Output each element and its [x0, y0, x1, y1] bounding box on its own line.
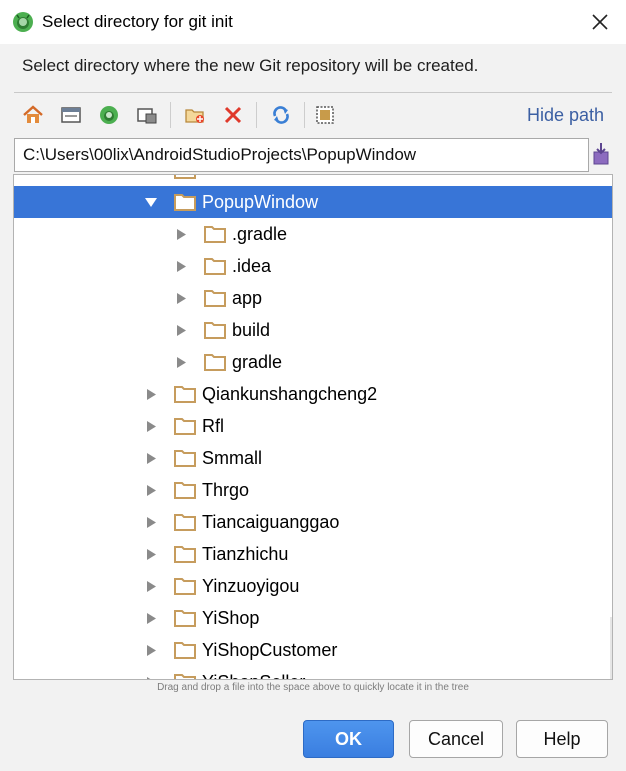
tree-item[interactable]: Thrgo [14, 474, 612, 506]
folder-icon [204, 290, 226, 307]
tree-item[interactable]: Rfl [14, 410, 612, 442]
tree-item[interactable]: .gradle [14, 218, 612, 250]
collapsed-arrow-icon[interactable] [174, 324, 188, 337]
tree-item-label: YiShopSeller [202, 670, 305, 679]
title-bar: Select directory for git init [0, 0, 626, 44]
dialog-description: Select directory where the new Git repos… [22, 56, 479, 75]
project-icon[interactable] [96, 102, 122, 128]
tree-item-label: YiShopCustomer [202, 640, 338, 660]
show-hidden-icon[interactable] [312, 102, 338, 128]
collapsed-arrow-icon[interactable] [144, 420, 158, 433]
collapsed-arrow-icon[interactable] [144, 452, 158, 465]
tree-item-partial[interactable] [14, 175, 612, 186]
collapsed-arrow-icon[interactable] [144, 676, 158, 680]
folder-icon [174, 578, 196, 595]
tree-item[interactable]: YiShopCustomer [14, 634, 612, 666]
toolbar [14, 98, 334, 132]
tree-item[interactable]: .idea [14, 250, 612, 282]
path-input[interactable]: C:\Users\00lix\AndroidStudioProjects\Pop… [14, 138, 589, 172]
path-history-icon[interactable] [591, 142, 611, 166]
folder-icon [174, 610, 196, 627]
divider [14, 92, 612, 93]
folder-icon [174, 386, 196, 403]
tree-item[interactable]: Qiankunshangcheng2 [14, 378, 612, 410]
folder-icon [174, 546, 196, 563]
tree-item[interactable]: Tiancaiguanggao [14, 506, 612, 538]
collapsed-arrow-icon[interactable] [174, 356, 188, 369]
toolbar-separator [256, 102, 257, 128]
collapsed-arrow-icon[interactable] [144, 484, 158, 497]
cancel-button[interactable]: Cancel [409, 720, 503, 758]
new-folder-icon[interactable] [182, 102, 208, 128]
collapsed-arrow-icon[interactable] [144, 548, 158, 561]
tree-item-label: PopupWindow [202, 192, 319, 212]
hide-path-link[interactable]: Hide path [527, 104, 604, 126]
ok-button[interactable]: OK [303, 720, 394, 758]
tree-item-label: Yinzuoyigou [202, 576, 300, 596]
home-icon[interactable] [20, 102, 46, 128]
tree-item-label: build [232, 320, 271, 340]
tree-item-label: Tiancaiguanggao [202, 512, 340, 532]
desktop-icon[interactable] [58, 102, 84, 128]
tree-item-label: YiShop [202, 608, 260, 628]
tree-item[interactable]: build [14, 314, 612, 346]
tree-item-label: Rfl [202, 416, 224, 436]
expanded-arrow-icon[interactable] [144, 196, 158, 209]
tree-item-label: Smmall [202, 448, 263, 468]
collapsed-arrow-icon[interactable] [144, 644, 158, 657]
android-studio-icon [13, 12, 33, 32]
toolbar-separator [304, 102, 305, 128]
collapsed-arrow-icon[interactable] [144, 516, 158, 529]
toolbar-separator [170, 102, 171, 128]
folder-icon [174, 674, 196, 679]
tree-item-label: Thrgo [202, 480, 250, 500]
folder-icon [204, 258, 226, 275]
collapsed-arrow-icon[interactable] [144, 388, 158, 401]
drag-drop-hint: Drag and drop a file into the space abov… [157, 682, 469, 693]
window-title: Select directory for git init [42, 12, 233, 31]
folder-icon [174, 482, 196, 499]
tree-item[interactable]: Tianzhichu [14, 538, 612, 570]
tree-item[interactable]: gradle [14, 346, 612, 378]
tree-item-label: .idea [232, 256, 272, 276]
tree-item-label: app [232, 288, 263, 308]
tree-item[interactable]: YiShop [14, 602, 612, 634]
module-icon[interactable] [134, 102, 160, 128]
folder-icon [174, 418, 196, 435]
tree-scrollbar[interactable] [610, 617, 612, 679]
tree-item[interactable]: Yinzuoyigou [14, 570, 612, 602]
collapsed-arrow-icon[interactable] [144, 580, 158, 593]
folder-icon [174, 194, 196, 211]
folder-icon [174, 175, 196, 179]
collapsed-arrow-icon[interactable] [174, 228, 188, 241]
tree-item[interactable]: YiShopSeller [14, 666, 612, 680]
refresh-icon[interactable] [268, 102, 294, 128]
tree-item-label: Tianzhichu [202, 544, 289, 564]
collapsed-arrow-icon[interactable] [144, 612, 158, 625]
close-icon[interactable] [588, 10, 612, 34]
tree-item-label: Qiankunshangcheng2 [202, 384, 378, 404]
tree-item[interactable]: PopupWindow [14, 186, 612, 218]
directory-tree[interactable]: PopupWindow .gradle .idea app build gradle Qia… [13, 174, 613, 680]
folder-icon [204, 226, 226, 243]
folder-icon [174, 642, 196, 659]
folder-icon [174, 450, 196, 467]
folder-icon [174, 514, 196, 531]
tree-item[interactable]: app [14, 282, 612, 314]
tree-item[interactable]: Smmall [14, 442, 612, 474]
folder-icon [204, 322, 226, 339]
tree-item-label: gradle [232, 352, 283, 372]
collapsed-arrow-icon[interactable] [174, 292, 188, 305]
collapsed-arrow-icon[interactable] [174, 260, 188, 273]
help-button[interactable]: Help [516, 720, 608, 758]
folder-icon [204, 354, 226, 371]
delete-icon[interactable] [220, 102, 246, 128]
tree-item-label: .gradle [232, 224, 288, 244]
